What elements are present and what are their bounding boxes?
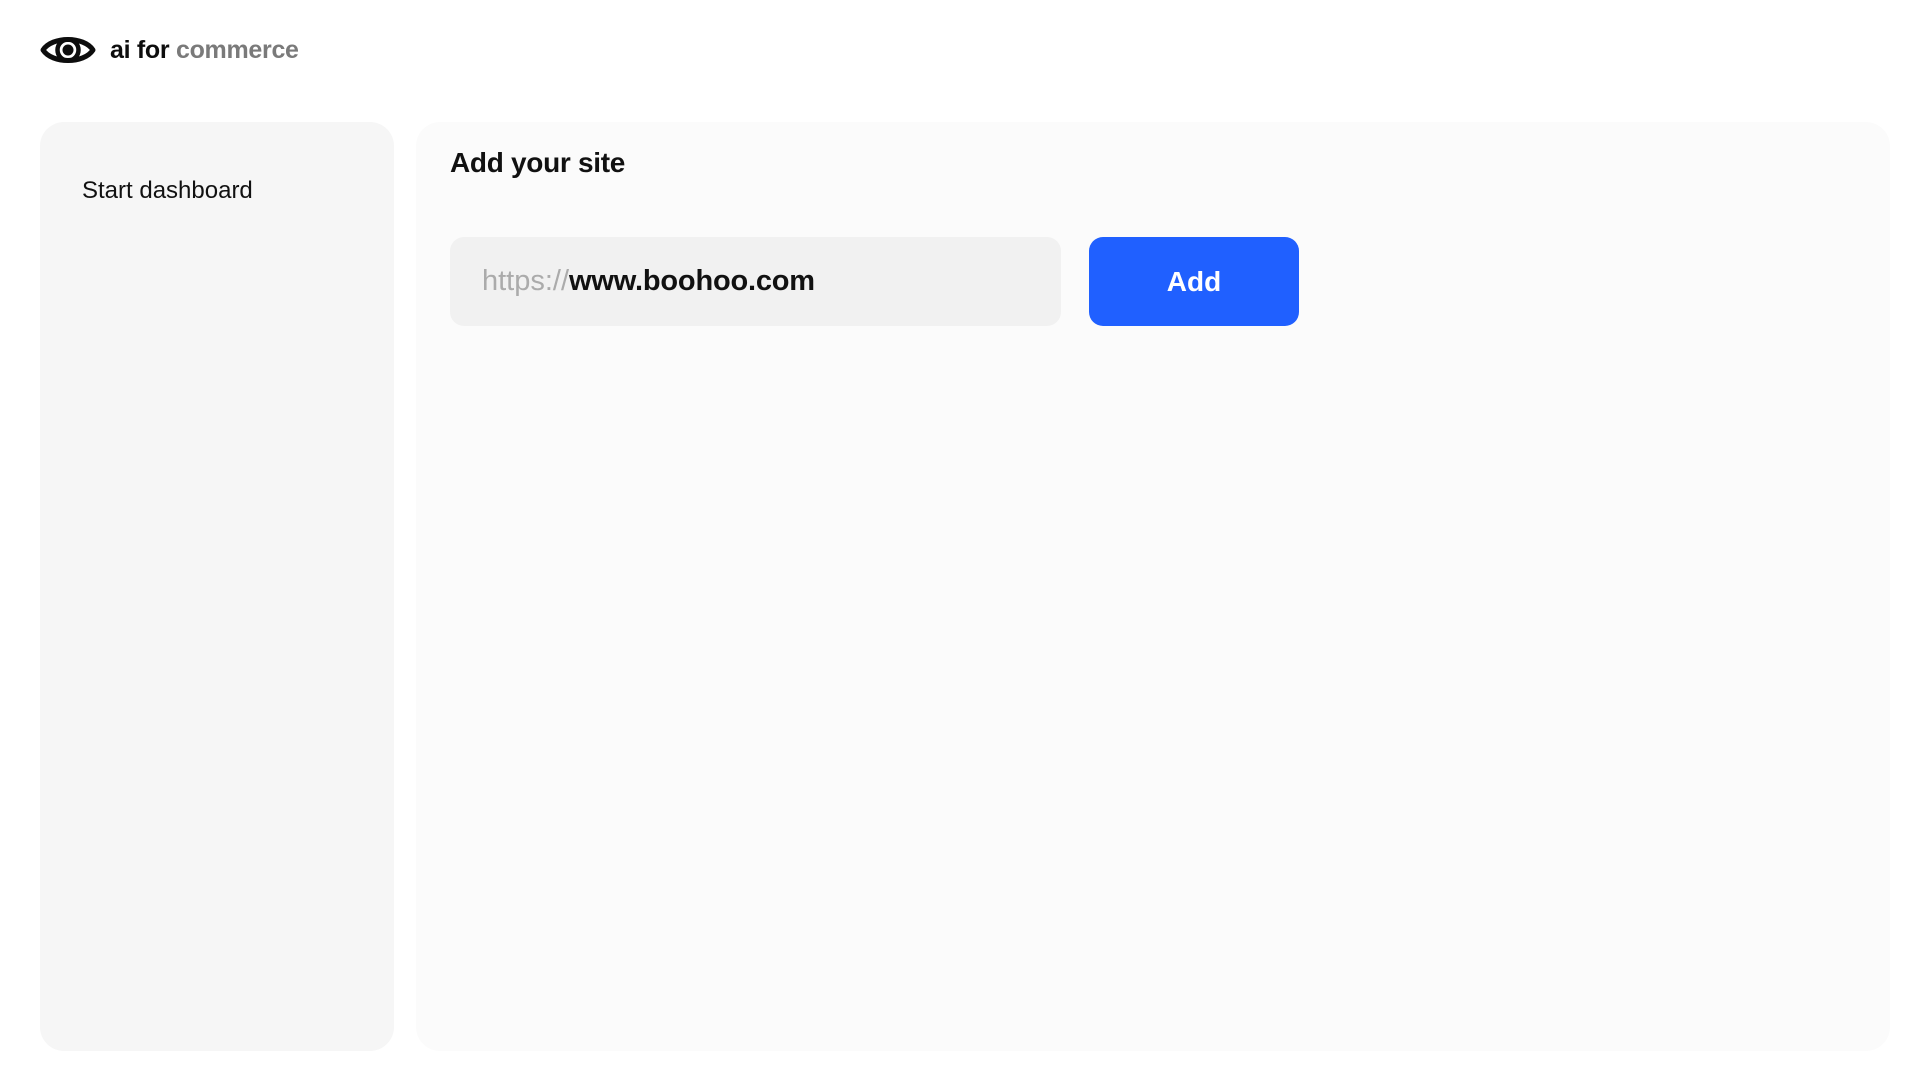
main-panel: Add your site https://www.boohoo.com Add [416,122,1890,1051]
sidebar-item-start-dashboard[interactable]: Start dashboard [82,177,253,205]
add-site-button[interactable]: Add [1089,237,1299,326]
brand-name-secondary: commerce [175,35,299,64]
brand-name-primary: ai for [110,35,170,64]
eye-icon [40,37,96,63]
page: ai for commerce Start dashboard Add your… [0,0,1920,1080]
sidebar: Start dashboard [40,122,394,1051]
url-value: www.boohoo.com [569,265,815,297]
page-title: Add your site [450,147,626,178]
site-url-input[interactable]: https://www.boohoo.com [450,237,1061,326]
brand-name: ai for commerce [110,36,299,65]
url-prefix: https:// [482,265,570,297]
brand-logo[interactable]: ai for commerce [40,30,299,70]
